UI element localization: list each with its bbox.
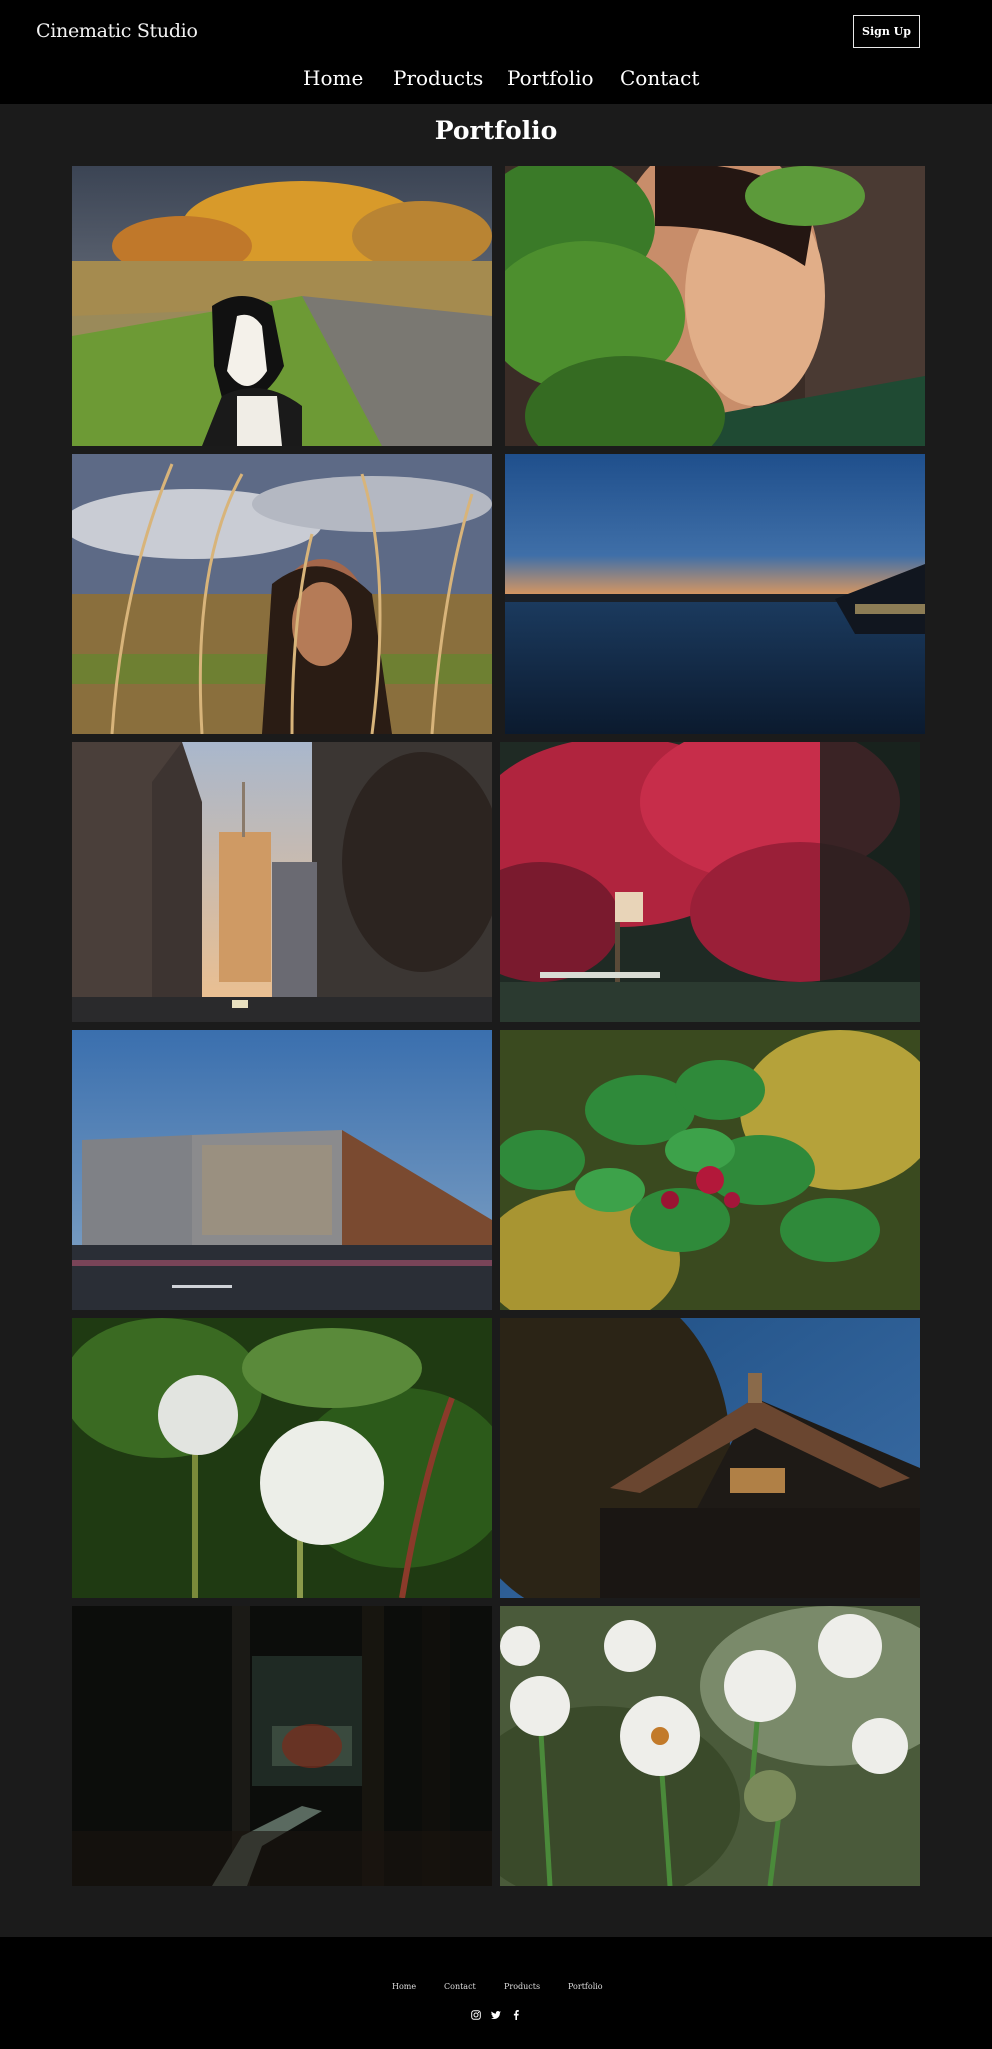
- gallery-photo-wildflowers[interactable]: [500, 1606, 920, 1886]
- gallery-photo-field-portrait[interactable]: [72, 454, 492, 734]
- twitter-icon[interactable]: [490, 2009, 502, 2021]
- site-header: Cinematic Studio Sign Up Home Products P…: [0, 0, 992, 104]
- site-footer: Home Contact Products Portfolio: [0, 1937, 992, 2049]
- gallery-photo-berries[interactable]: [500, 1030, 920, 1310]
- main-nav: Home Products Portfolio Contact: [0, 66, 992, 96]
- footer-link-portfolio[interactable]: Portfolio: [568, 1982, 603, 1991]
- gallery-photo-dandelion[interactable]: [72, 1318, 492, 1598]
- nav-portfolio[interactable]: Portfolio: [507, 66, 594, 90]
- nav-products[interactable]: Products: [393, 66, 483, 90]
- page-title: Portfolio: [434, 116, 558, 145]
- nav-contact[interactable]: Contact: [620, 66, 699, 90]
- gallery-photo-forest-path[interactable]: [72, 1606, 492, 1886]
- footer-link-home[interactable]: Home: [392, 1982, 416, 1991]
- brand-logo[interactable]: Cinematic Studio: [36, 20, 198, 42]
- sign-up-button[interactable]: Sign Up: [853, 15, 920, 48]
- gallery-photo-portrait[interactable]: [505, 166, 925, 446]
- footer-link-products[interactable]: Products: [504, 1982, 540, 1991]
- gallery-photo-temple-roof[interactable]: [500, 1318, 920, 1598]
- nav-home[interactable]: Home: [303, 66, 363, 90]
- footer-link-contact[interactable]: Contact: [444, 1982, 476, 1991]
- facebook-icon[interactable]: [510, 2009, 522, 2021]
- gallery-photo-building[interactable]: [72, 1030, 492, 1310]
- gallery-photo-city-street[interactable]: [72, 742, 492, 1022]
- gallery-photo-harbor[interactable]: [505, 454, 925, 734]
- gallery-photo-red-maple[interactable]: [500, 742, 920, 1022]
- instagram-icon[interactable]: [470, 2009, 482, 2021]
- gallery-photo-dog[interactable]: [72, 166, 492, 446]
